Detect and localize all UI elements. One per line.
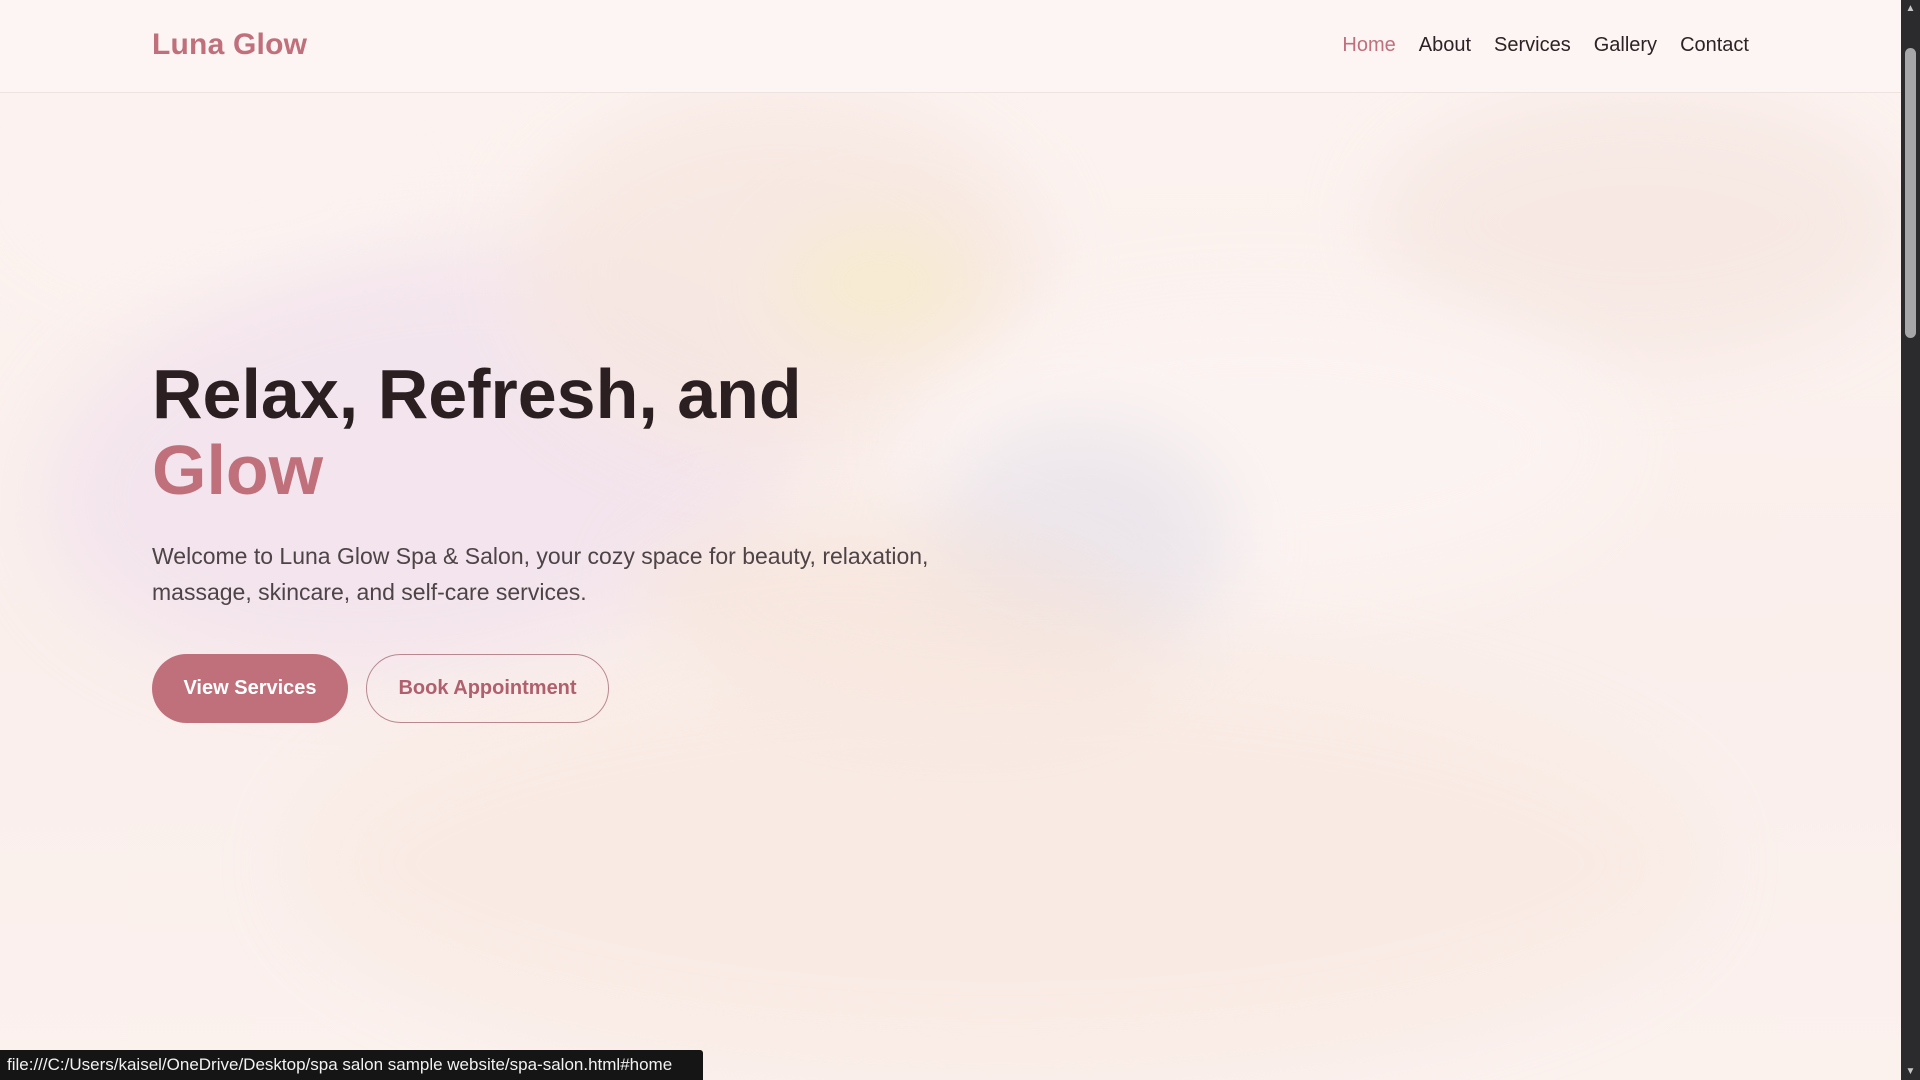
nav-item-services[interactable]: Services [1494,34,1571,57]
hero-title-line: Relax, Refresh, and [152,355,802,433]
nav-item-contact[interactable]: Contact [1680,34,1749,57]
scrollbar-thumb[interactable] [1905,48,1916,338]
vertical-scrollbar[interactable]: ▲ ▼ [1901,0,1920,1080]
book-appointment-button[interactable]: Book Appointment [366,654,609,723]
link-status-bar: file:///C:/Users/kaisel/OneDrive/Desktop… [0,1050,703,1080]
site-header: Luna Glow Home About Services Gallery Co… [0,0,1901,93]
hero-buttons: View Services Book Appointment [152,654,952,723]
hero-description: Welcome to Luna Glow Spa & Salon, your c… [152,543,929,605]
triangle-down-icon[interactable]: ▼ [1901,1063,1920,1080]
hero-content: Relax, Refresh, and Glow Welcome to Luna… [152,356,952,723]
nav-item-home[interactable]: Home [1342,34,1395,57]
triangle-up-icon[interactable]: ▲ [1901,0,1920,17]
nav-item-gallery[interactable]: Gallery [1594,34,1657,57]
site-logo[interactable]: Luna Glow [152,28,307,62]
main-nav: Home About Services Gallery Contact [1342,34,1749,57]
hero-title: Relax, Refresh, and Glow [152,356,952,508]
hero-title-accent: Glow [152,431,324,509]
view-services-button[interactable]: View Services [152,654,348,723]
hero-section: Relax, Refresh, and Glow Welcome to Luna… [0,93,1901,1080]
nav-item-about[interactable]: About [1419,34,1471,57]
browser-viewport: Luna Glow Home About Services Gallery Co… [0,0,1901,1080]
